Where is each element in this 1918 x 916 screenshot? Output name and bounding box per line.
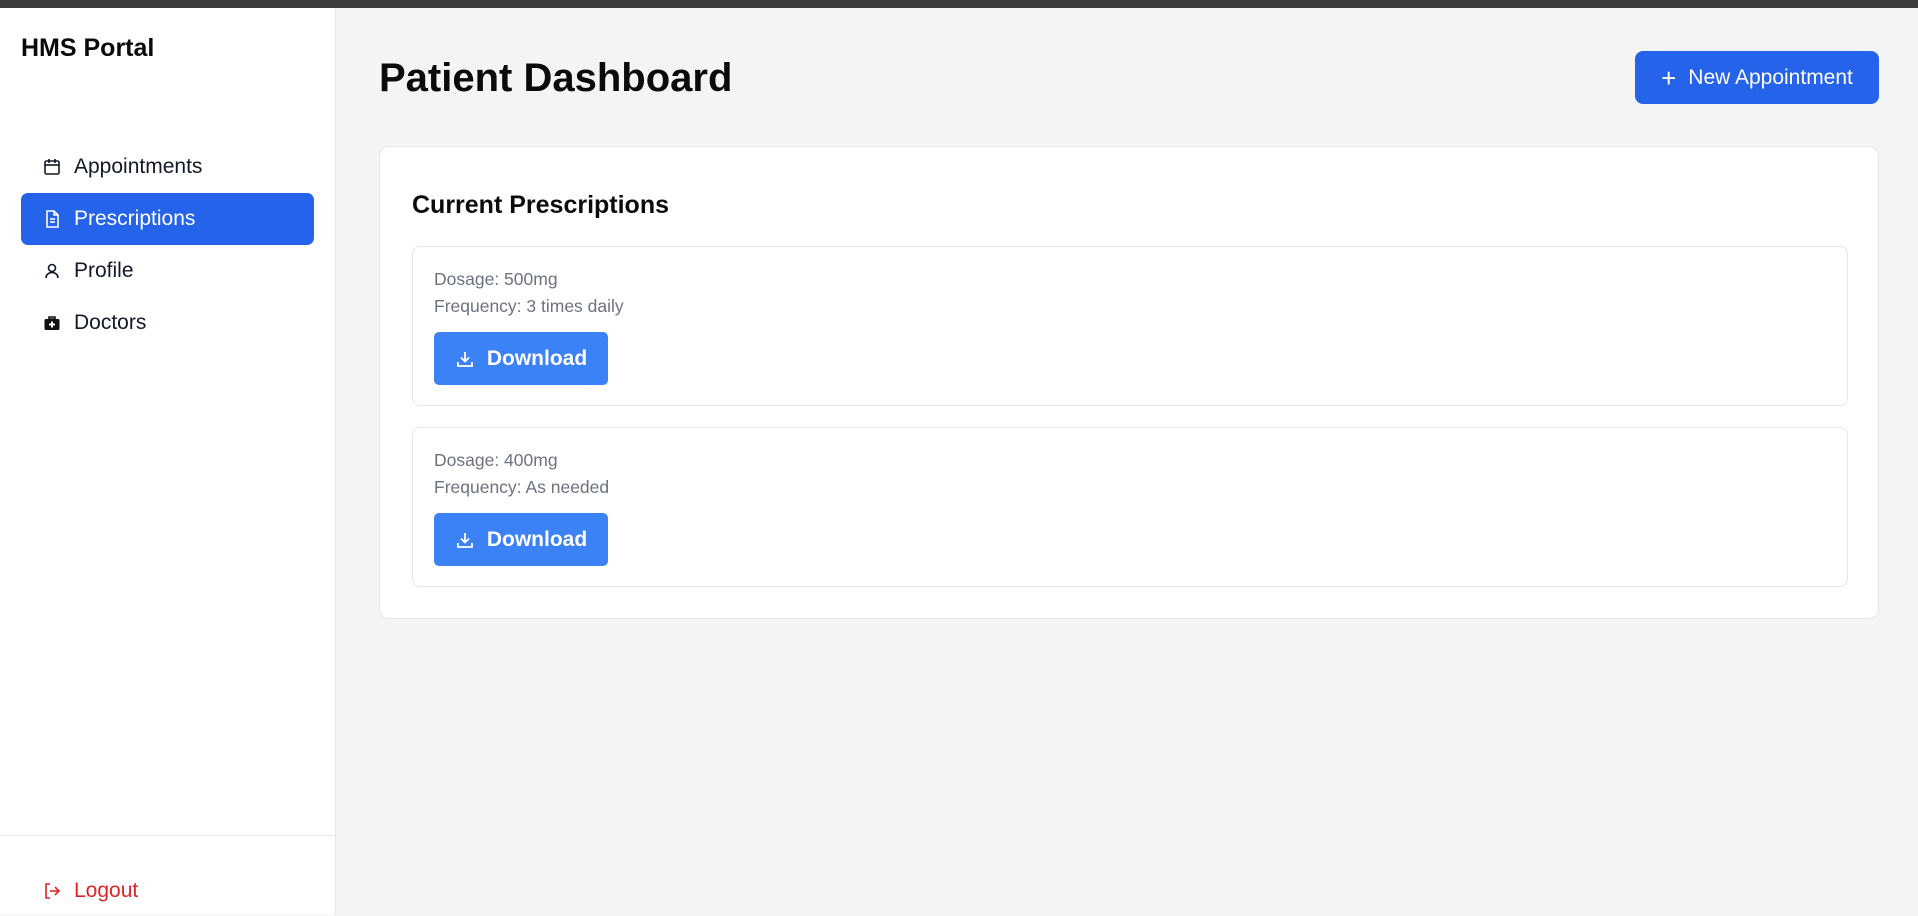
download-button[interactable]: Download (434, 332, 608, 385)
document-icon (42, 209, 62, 229)
sidebar-item-label: Profile (74, 259, 134, 282)
frequency-text: Frequency: 3 times daily (434, 296, 624, 316)
sidebar-item-doctors[interactable]: Doctors (21, 297, 314, 349)
prescription-item: Dosage: 500mg Frequency: 3 times daily D… (412, 246, 1848, 406)
logout-icon (42, 881, 62, 901)
frequency-text: Frequency: As needed (434, 477, 610, 497)
prescription-item: Dosage: 400mg Frequency: As needed Downl… (412, 427, 1848, 587)
download-icon (455, 530, 475, 550)
dosage-text: Dosage: 500mg (434, 269, 558, 289)
download-icon (455, 349, 475, 369)
prescriptions-card: Current Prescriptions Dosage: 500mg Freq… (379, 146, 1879, 619)
sidebar-item-appointments[interactable]: Appointments (21, 141, 314, 193)
logout-button[interactable]: Logout (21, 866, 314, 916)
calendar-icon (42, 157, 62, 177)
sidebar-item-prescriptions[interactable]: Prescriptions (21, 193, 314, 245)
logout-label: Logout (74, 879, 139, 902)
window-top-bar (0, 0, 1918, 8)
page-title: Patient Dashboard (379, 56, 733, 100)
dosage-text: Dosage: 400mg (434, 450, 558, 470)
main-content: Patient Dashboard + New Appointment Curr… (337, 8, 1918, 915)
download-label: Download (486, 346, 588, 370)
sidebar-item-label: Appointments (74, 155, 203, 178)
user-icon (42, 261, 62, 281)
plus-icon: + (1661, 62, 1677, 93)
new-appointment-label: New Appointment (1688, 65, 1853, 89)
sidebar-item-profile[interactable]: Profile (21, 245, 314, 297)
brand-title: HMS Portal (21, 34, 155, 62)
download-button[interactable]: Download (434, 513, 608, 566)
new-appointment-button[interactable]: + New Appointment (1635, 51, 1879, 104)
download-label: Download (486, 527, 588, 551)
sidebar-divider (0, 835, 336, 836)
medical-kit-icon (42, 313, 62, 333)
prescriptions-title: Current Prescriptions (412, 191, 670, 219)
sidebar: HMS Portal Appointments Prescriptions Pr… (0, 8, 336, 915)
sidebar-item-label: Prescriptions (74, 207, 196, 230)
sidebar-item-label: Doctors (74, 311, 147, 334)
